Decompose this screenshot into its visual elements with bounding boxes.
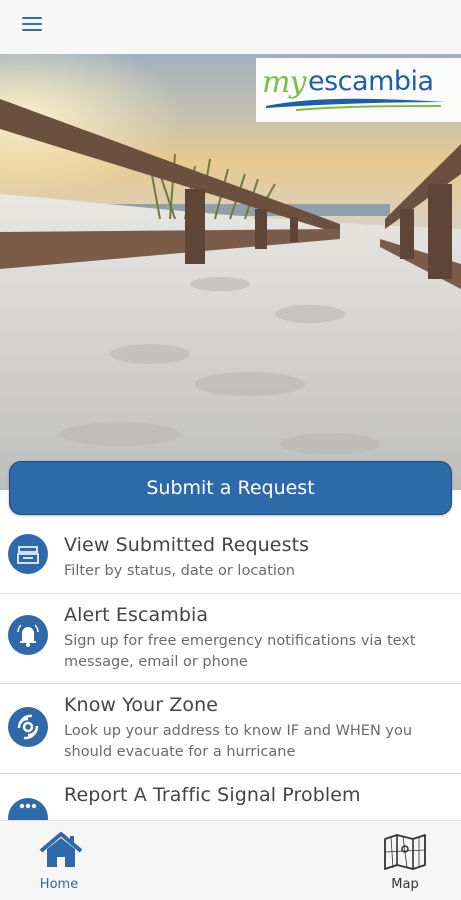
list-item-title: Know Your Zone <box>64 694 219 716</box>
list-item-alert-escambia[interactable]: Alert Escambia Sign up for free emergenc… <box>0 594 461 684</box>
tab-label: Home <box>39 877 79 892</box>
bottom-tab-bar: Home Map <box>0 820 461 900</box>
my-escambia-logo: my escambia <box>256 58 461 122</box>
traffic-signal-icon <box>8 798 48 820</box>
home-icon <box>39 832 83 867</box>
list-item-title: View Submitted Requests <box>64 534 310 556</box>
logo-band: my escambia <box>256 58 461 122</box>
logo-text-escambia: escambia <box>308 66 434 97</box>
list-item-subtitle: Sign up for free emergency notifications… <box>64 633 416 670</box>
filing-tray-icon <box>8 534 48 574</box>
tab-label: Map <box>391 877 419 892</box>
top-app-bar <box>0 0 461 54</box>
list-item-view-submitted-requests[interactable]: View Submitted Requests Filter by status… <box>0 522 461 594</box>
hurricane-icon <box>8 707 48 747</box>
submit-request-button[interactable]: Submit a Request <box>9 461 452 515</box>
list-item-know-your-zone[interactable]: Know Your Zone Look up your address to k… <box>0 684 461 774</box>
list-item-report-traffic-signal[interactable]: Report A Traffic Signal Problem <box>0 774 461 820</box>
list-item-title: Alert Escambia <box>64 604 209 626</box>
hamburger-menu-icon[interactable] <box>14 10 48 40</box>
list-item-subtitle: Look up your address to know IF and WHEN… <box>64 723 413 760</box>
list-item-subtitle: Filter by status, date or location <box>64 563 295 579</box>
action-list: View Submitted Requests Filter by status… <box>0 522 461 820</box>
map-icon <box>384 834 426 870</box>
tab-map[interactable]: Map <box>360 821 450 900</box>
list-item-title: Report A Traffic Signal Problem <box>64 784 361 806</box>
logo-swoosh-icon <box>266 98 446 111</box>
alert-bell-icon <box>8 615 48 655</box>
hero-image: my escambia <box>0 54 461 490</box>
tab-home[interactable]: Home <box>14 821 104 900</box>
